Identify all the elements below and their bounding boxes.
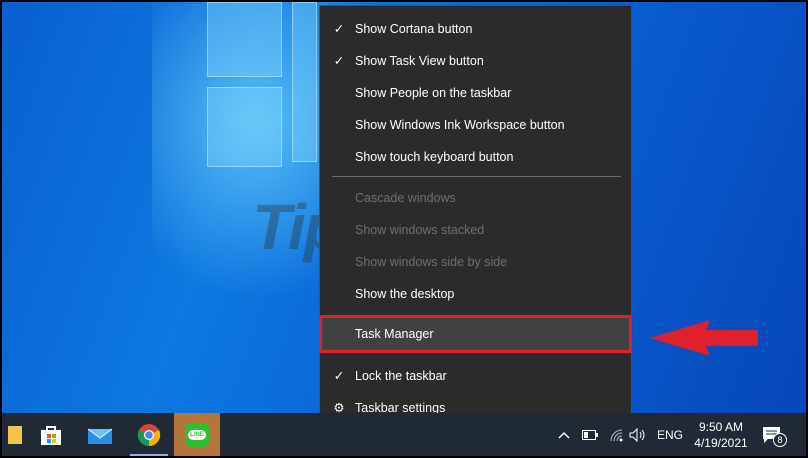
menu-item-label: Show Cortana button — [355, 22, 473, 36]
menu-item-windows-stacked: Show windows stacked — [320, 215, 631, 245]
menu-item-side-by-side: Show windows side by side — [320, 247, 631, 277]
battery-icon[interactable] — [582, 413, 598, 456]
menu-item-show-desktop[interactable]: Show the desktop — [320, 279, 631, 309]
taskbar-context-menu: ✓ Show Cortana button ✓ Show Task View but… — [319, 5, 632, 429]
wifi-icon[interactable] — [609, 413, 623, 456]
menu-item-lock-taskbar[interactable]: ✓ Lock the taskbar — [320, 361, 631, 391]
menu-item-task-manager[interactable]: Task Manager — [319, 315, 632, 353]
chrome-icon[interactable] — [126, 413, 172, 456]
menu-item-label: Task Manager — [355, 327, 434, 341]
menu-item-label: Show touch keyboard button — [355, 150, 514, 164]
volume-icon[interactable] — [629, 413, 647, 456]
file-explorer-icon[interactable] — [2, 413, 28, 456]
menu-item-label: Lock the taskbar — [355, 369, 447, 383]
wallpaper-pane — [207, 87, 282, 167]
clock-date: 4/19/2021 — [694, 435, 748, 450]
clock-time: 9:50 AM — [698, 419, 744, 434]
action-center-button[interactable]: 8 — [762, 413, 788, 456]
menu-item-show-cortana[interactable]: ✓ Show Cortana button — [320, 14, 631, 44]
show-hidden-icons-button[interactable] — [558, 413, 570, 456]
check-icon: ✓ — [333, 54, 345, 68]
check-icon: ✓ — [333, 22, 345, 36]
red-arrow-annotation — [650, 320, 758, 356]
clock[interactable]: 9:50 AM 4/19/2021 — [692, 413, 750, 456]
menu-item-label: Show Windows Ink Workspace button — [355, 118, 565, 132]
line-logo-text: LINE — [188, 429, 206, 440]
menu-item-show-touch-keyboard[interactable]: Show touch keyboard button — [320, 142, 631, 172]
menu-item-label: Cascade windows — [355, 191, 456, 205]
line-app-icon[interactable]: LINE — [174, 413, 220, 456]
menu-item-label: Show windows side by side — [355, 255, 508, 269]
language-label: ENG — [657, 427, 684, 442]
menu-item-show-task-view[interactable]: ✓ Show Task View button — [320, 46, 631, 76]
menu-item-label: Show Task View button — [355, 54, 484, 68]
menu-item-show-people[interactable]: Show People on the taskbar — [320, 78, 631, 108]
menu-item-cascade-windows: Cascade windows — [320, 183, 631, 213]
menu-item-label: Show People on the taskbar — [355, 86, 512, 100]
microsoft-store-icon[interactable] — [28, 413, 74, 456]
taskbar: LINE ENG 9:50 AM 4/19/2021 8 — [2, 413, 806, 456]
desktop: TipsMake.com ✓Show Cortana button ✓Show … — [2, 2, 806, 456]
notification-badge: 8 — [773, 433, 787, 447]
menu-item-label: Show the desktop — [355, 287, 455, 301]
check-icon: ✓ — [333, 369, 345, 383]
menu-item-label: Show windows stacked — [355, 223, 485, 237]
language-indicator[interactable]: ENG — [657, 413, 683, 456]
menu-item-show-ink-workspace[interactable]: Show Windows Ink Workspace button — [320, 110, 631, 140]
menu-separator — [332, 176, 621, 177]
wallpaper-pane — [292, 2, 317, 162]
wallpaper-pane — [207, 2, 282, 77]
mail-icon[interactable] — [77, 413, 123, 456]
